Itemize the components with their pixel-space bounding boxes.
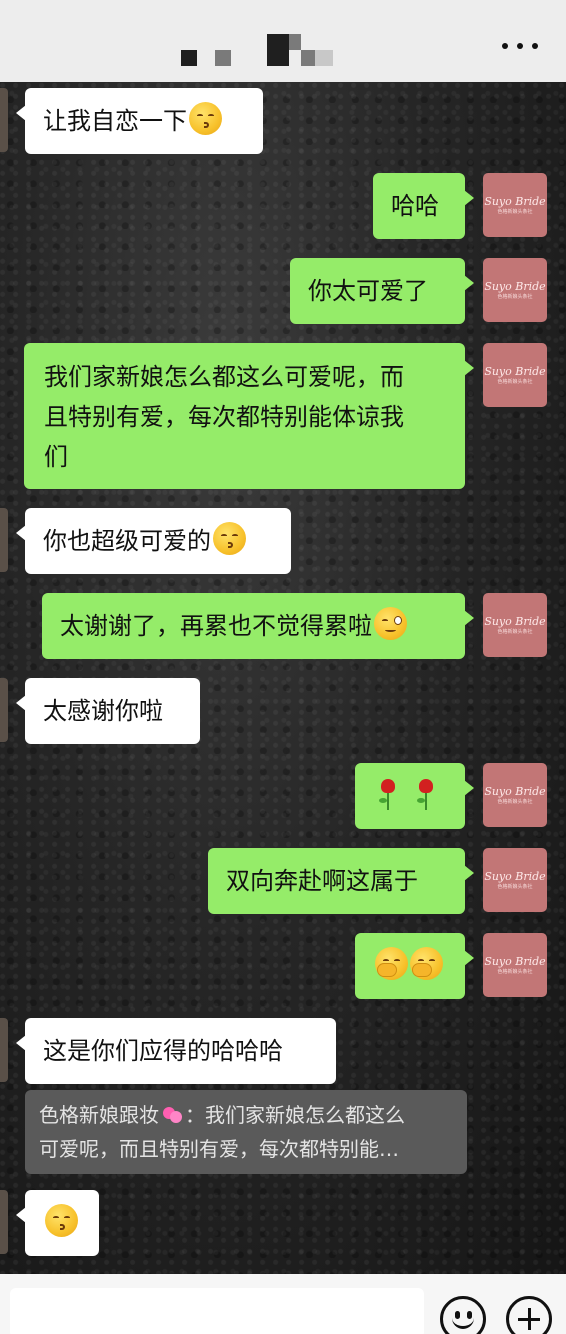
- hand-over-mouth-icon: [375, 947, 408, 980]
- rose-icon: [413, 778, 439, 812]
- message-bubble-out[interactable]: [355, 933, 474, 999]
- message-text: 你太可爱了: [308, 277, 428, 305]
- two-hearts-icon: [159, 1105, 185, 1125]
- avatar[interactable]: Suyo Bride 色格新娘头条社: [483, 343, 547, 407]
- message-text: 太感谢你啦: [43, 697, 163, 725]
- quote-sender: 色格新娘跟妆: [39, 1103, 159, 1127]
- avatar[interactable]: Suyo Bride 色格新娘头条社: [483, 763, 547, 827]
- top-bar: [0, 0, 566, 82]
- rose-icon: [375, 778, 401, 812]
- message-bubble-out[interactable]: 双向奔赴啊这属于: [208, 848, 474, 914]
- avatar[interactable]: Suyo Bride 色格新娘头条社: [483, 258, 547, 322]
- message-bubble-out[interactable]: 太谢谢了，再累也不觉得累啦: [42, 593, 474, 659]
- avatar-edge: [0, 678, 8, 742]
- message-text: 我们家新娘怎么都这么可爱呢，而 且特别有爱，每次都特别能体谅我 们: [44, 363, 404, 471]
- kiss-face-icon: [189, 102, 222, 135]
- wink-face-icon: [374, 607, 407, 640]
- quoted-message[interactable]: 色格新娘跟妆 ：我们家新娘怎么都这么 可爱呢，而且特别有爱，每次都特别能…: [25, 1090, 467, 1174]
- message-text: 这是你们应得的哈哈哈: [43, 1037, 283, 1065]
- message-text: 太谢谢了，再累也不觉得累啦: [60, 612, 372, 640]
- message-text: 双向奔赴啊这属于: [226, 867, 418, 895]
- chat-area: 让我自恋一下 哈哈 Suyo Bride 色格新娘头条社 你太可爱了 Suyo …: [0, 82, 566, 1274]
- avatar-edge: [0, 1018, 8, 1082]
- input-bar: [0, 1274, 566, 1334]
- message-bubble-in[interactable]: 让我自恋一下: [16, 88, 263, 154]
- hand-over-mouth-icon: [410, 947, 443, 980]
- more-icon[interactable]: [502, 40, 538, 52]
- message-input[interactable]: [10, 1288, 424, 1334]
- message-text: 哈哈: [391, 192, 439, 220]
- message-bubble-in[interactable]: [16, 1190, 99, 1256]
- avatar[interactable]: Suyo Bride 色格新娘头条社: [483, 173, 547, 237]
- message-bubble-out[interactable]: 哈哈: [373, 173, 474, 239]
- avatar-edge: [0, 88, 8, 152]
- message-text: 你也超级可爱的: [43, 527, 211, 555]
- chat-title-redacted: [175, 30, 340, 70]
- message-bubble-in[interactable]: 这是你们应得的哈哈哈: [16, 1018, 336, 1084]
- plus-icon[interactable]: [506, 1296, 552, 1334]
- avatar[interactable]: Suyo Bride 色格新娘头条社: [483, 593, 547, 657]
- smile-icon[interactable]: [440, 1296, 486, 1334]
- message-bubble-in[interactable]: 太感谢你啦: [16, 678, 200, 744]
- message-bubble-out[interactable]: 我们家新娘怎么都这么可爱呢，而 且特别有爱，每次都特别能体谅我 们: [24, 343, 474, 489]
- avatar-edge: [0, 508, 8, 572]
- kiss-face-icon: [213, 522, 246, 555]
- message-bubble-out[interactable]: 你太可爱了: [290, 258, 474, 324]
- message-text: 让我自恋一下: [43, 107, 187, 135]
- message-bubble-out[interactable]: [355, 763, 474, 829]
- avatar[interactable]: Suyo Bride 色格新娘头条社: [483, 933, 547, 997]
- message-bubble-in[interactable]: 你也超级可爱的: [16, 508, 291, 574]
- avatar-edge: [0, 1190, 8, 1254]
- kiss-face-icon: [45, 1204, 78, 1237]
- avatar[interactable]: Suyo Bride 色格新娘头条社: [483, 848, 547, 912]
